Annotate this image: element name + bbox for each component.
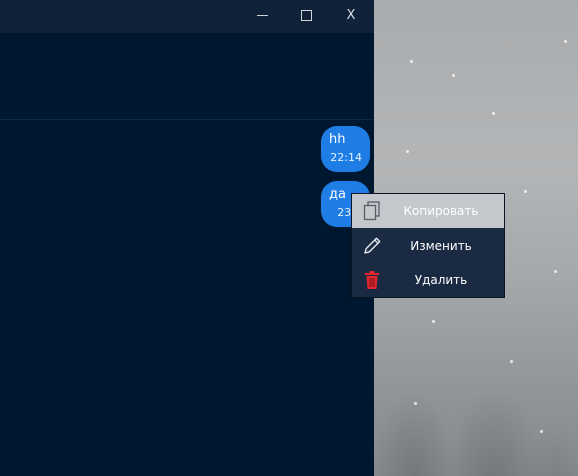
maximize-button[interactable] [283,0,329,30]
snowflake [492,112,495,115]
maximize-icon [300,9,312,21]
close-button[interactable]: X [328,0,374,30]
copy-icon [352,194,392,228]
snowflake [410,60,413,63]
trash-icon [352,263,392,297]
snowflake [452,74,455,77]
minimize-button[interactable] [239,0,285,30]
close-icon: X [346,7,356,23]
snowflake [432,320,435,323]
menu-item-edit[interactable]: Изменить [352,229,504,263]
chat-window: X hh 22:14 да 23:1 [0,0,374,476]
snowflake [414,402,417,405]
message-list [0,120,374,476]
minimize-icon [256,14,268,16]
snowflake [564,40,567,43]
title-bar[interactable]: X [0,0,374,33]
message-bubble[interactable]: hh 22:14 [321,126,370,172]
message-text: hh [329,132,346,147]
snowflake [406,150,409,153]
menu-item-copy[interactable]: Копировать [352,194,504,228]
context-menu: Копировать Изменить Удалить [351,193,505,298]
pencil-icon [352,229,392,263]
menu-item-label: Копировать [403,204,479,218]
wallpaper-trees [374,276,578,476]
snowflake [510,360,513,363]
chat-header [0,33,374,119]
snowflake [554,270,557,273]
menu-item-label: Изменить [410,239,472,253]
snowflake [524,190,527,193]
message-time: 22:14 [330,151,362,164]
menu-item-label: Удалить [414,273,468,287]
menu-item-delete[interactable]: Удалить [352,263,504,297]
snowflake [540,430,543,433]
